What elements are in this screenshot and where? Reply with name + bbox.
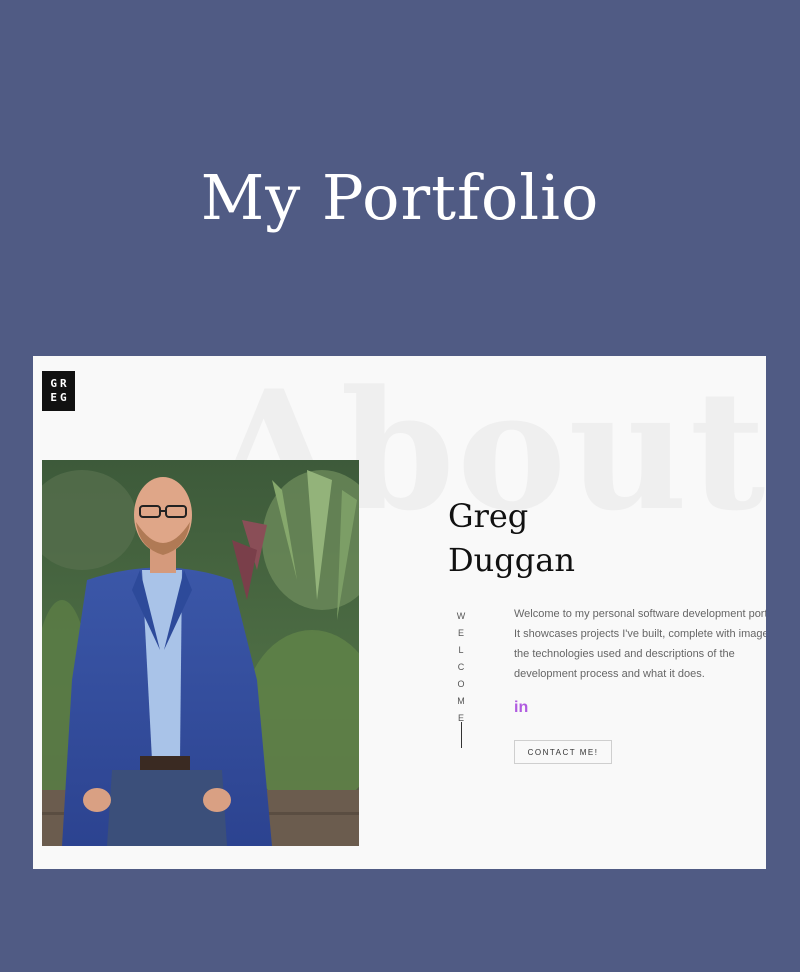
intro-text: Welcome to my personal software developm… [514, 608, 766, 680]
site-logo[interactable]: GR EG [42, 371, 75, 411]
logo-line-1: GR [50, 377, 70, 390]
linkedin-icon[interactable]: in [514, 699, 528, 717]
profile-name: Greg Duggan [448, 494, 575, 582]
logo-line-2: EG [50, 391, 70, 404]
profile-photo [42, 460, 359, 846]
portfolio-preview: GR EG About Greg Duggan WELCOME Welcome … [33, 356, 766, 869]
contact-me-button[interactable]: CONTACT ME! [514, 740, 612, 764]
welcome-vertical-label: WELCOME [456, 611, 466, 723]
welcome-divider [461, 722, 462, 748]
first-name: Greg [448, 497, 529, 535]
page-title: My Portfolio [200, 161, 600, 234]
last-name: Duggan [448, 541, 575, 579]
